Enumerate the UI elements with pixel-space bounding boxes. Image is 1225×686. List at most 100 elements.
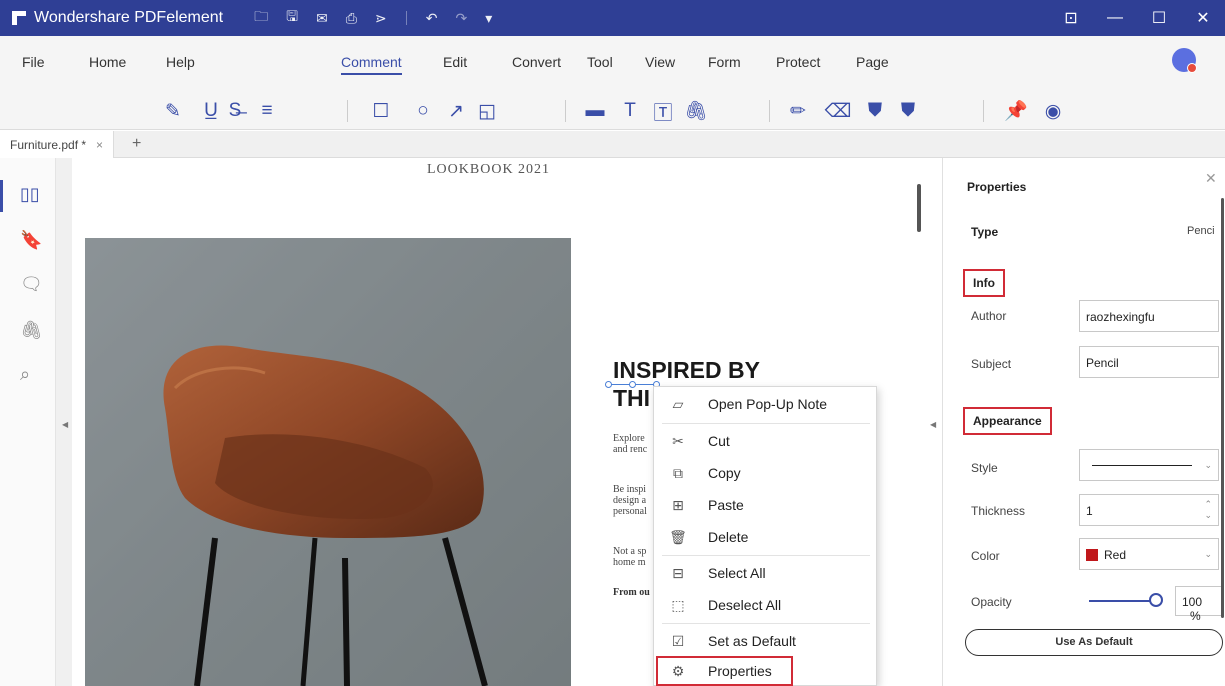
oval-icon[interactable]: ○ [410, 98, 436, 124]
document-tab[interactable]: Furniture.pdf * × [0, 131, 115, 158]
underline-icon[interactable]: U̲ [198, 98, 224, 124]
share-icon[interactable]: ⋗ [375, 10, 387, 27]
typewriter-icon[interactable]: T [617, 98, 643, 124]
folder-icon[interactable]: 🗀 [254, 6, 268, 30]
close-icon[interactable]: ✕ [1205, 170, 1217, 187]
heading-line-2: THI [613, 385, 651, 411]
menu-convert[interactable]: Convert [512, 54, 561, 70]
menu-bar: File Home Help Comment Edit Convert Tool… [0, 36, 1225, 90]
properties-panel: Properties ✕ Type Penci Info Author raoz… [942, 158, 1225, 686]
menu-file[interactable]: File [22, 54, 45, 70]
popup-note-icon: ▱ [672, 395, 684, 412]
document-scrollbar[interactable] [917, 184, 921, 232]
menu-select-all[interactable]: ⊟ Select All [654, 558, 878, 588]
menu-protect[interactable]: Protect [776, 54, 820, 70]
para-4: From ou [613, 587, 650, 598]
separator [405, 11, 407, 25]
attachment-icon[interactable]: 🖇 [683, 98, 709, 124]
use-as-default-button[interactable]: Use As Default [965, 629, 1223, 656]
search-icon[interactable]: ⌕ [20, 364, 30, 385]
opacity-slider-track[interactable] [1089, 600, 1153, 602]
eye-icon[interactable]: ◉ [1040, 98, 1066, 124]
menu-cut[interactable]: ✂ Cut [654, 426, 878, 456]
collapse-right-icon[interactable]: ◀ [930, 420, 936, 429]
menu-separator [662, 423, 870, 424]
print-icon[interactable]: ⎙ [346, 10, 357, 27]
menu-properties[interactable]: ⚙ Properties [656, 656, 793, 686]
menu-paste[interactable]: ⊞ Paste [654, 490, 878, 520]
replace-text-icon[interactable]: ≡ [254, 98, 280, 124]
appearance-section-header: Appearance [963, 407, 1052, 435]
opacity-value: 100 [1182, 595, 1203, 609]
menu-view[interactable]: View [645, 54, 675, 70]
collapse-left-icon[interactable]: ◀ [62, 420, 68, 429]
avatar[interactable] [1172, 48, 1197, 73]
strikethrough-icon[interactable]: S̶ [222, 98, 248, 124]
menu-tool[interactable]: Tool [587, 54, 613, 70]
style-dropdown[interactable]: ⌄ [1079, 449, 1219, 481]
chevron-down-icon: ⌄ [1204, 549, 1212, 559]
left-sidebar: ▯▯ 🔖 🗨 🖇 ⌕ [0, 158, 56, 686]
shape-icon[interactable]: ◱ [474, 98, 500, 124]
customize-icon[interactable]: ▾ [485, 10, 492, 27]
menu-delete[interactable]: 🗑 Delete [654, 522, 878, 552]
author-label: Author [971, 309, 1007, 323]
menu-edit[interactable]: Edit [443, 54, 467, 70]
close-button[interactable]: ✕ [1181, 8, 1225, 28]
subject-field[interactable]: Pencil [1079, 346, 1219, 378]
chevron-down-icon: ⌄ [1204, 460, 1212, 470]
style-label: Style [971, 461, 998, 475]
stamp-icon[interactable]: ⛊ [862, 98, 888, 124]
menu-item-label: Copy [708, 465, 741, 481]
bookmark-icon[interactable]: 🔖 [20, 230, 42, 251]
type-label: Type [971, 225, 999, 239]
tab-close-icon[interactable]: × [96, 138, 103, 152]
toolbar-separator [565, 100, 566, 122]
context-menu: ▱ Open Pop-Up Note ✂ Cut ⧉ Copy ⊞ Paste … [653, 386, 877, 686]
maximize-button[interactable]: ☐ [1137, 8, 1181, 28]
color-dropdown[interactable]: Red ⌄ [1079, 538, 1219, 570]
pencil-icon[interactable]: ✏ [785, 98, 811, 124]
stepper-arrows-icon[interactable]: ⌃ ⌄ [1204, 499, 1212, 521]
thickness-stepper[interactable]: 1 ⌃ ⌄ [1079, 494, 1219, 526]
note-icon[interactable]: ▬ [582, 98, 608, 124]
menu-deselect-all[interactable]: ⬚ Deselect All [654, 590, 878, 620]
menu-item-label: Select All [708, 565, 766, 581]
menu-open-popup-note[interactable]: ▱ Open Pop-Up Note [654, 389, 878, 419]
menu-help[interactable]: Help [166, 54, 195, 70]
arrow-icon[interactable]: ↗ [443, 98, 469, 124]
eraser-icon[interactable]: ⌫ [825, 98, 852, 124]
comments-icon[interactable]: 🗨 [20, 274, 43, 295]
pin-icon[interactable]: 📌 [1003, 98, 1029, 124]
signature-icon[interactable]: ⛊ [895, 98, 921, 124]
author-field[interactable]: raozhexingfu [1079, 300, 1219, 332]
attachment-panel-icon[interactable]: 🖇 [20, 320, 43, 341]
undo-icon[interactable]: ↶ [426, 10, 438, 27]
save-icon[interactable]: 🖫 [286, 6, 298, 30]
minimize-button[interactable]: — [1093, 9, 1137, 27]
feedback-icon[interactable]: ⊡ [1049, 8, 1093, 28]
toolbar-separator [769, 100, 770, 122]
thumbnails-icon[interactable]: ▯▯ [20, 184, 40, 205]
menu-copy[interactable]: ⧉ Copy [654, 458, 878, 488]
highlight-icon[interactable]: ✎ [160, 98, 186, 124]
opacity-slider-thumb[interactable] [1149, 593, 1163, 607]
checkbox-icon: ☑ [671, 632, 685, 649]
menu-page[interactable]: Page [856, 54, 889, 70]
app-title: Wondershare PDFelement [34, 9, 224, 26]
textbox-icon[interactable]: 🅃 [650, 98, 676, 124]
menu-set-as-default[interactable]: ☑ Set as Default [654, 626, 878, 656]
mail-icon[interactable]: ✉ [316, 10, 328, 27]
menu-home[interactable]: Home [89, 54, 126, 70]
type-value: Penci [1187, 225, 1215, 237]
copy-icon: ⧉ [673, 464, 683, 481]
rectangle-icon[interactable]: ☐ [368, 98, 394, 124]
active-indicator [0, 180, 3, 212]
redo-icon[interactable]: ↷ [455, 10, 467, 27]
add-tab-icon[interactable]: + [132, 135, 141, 153]
opacity-input[interactable]: 100 % [1175, 586, 1223, 623]
menu-form[interactable]: Form [708, 54, 741, 70]
menu-comment[interactable]: Comment [341, 54, 402, 75]
title-bar: Wondershare PDFelement 🗀 🖫 ✉ ⎙ ⋗ ↶ ↷ ▾ ⊡… [0, 0, 1225, 36]
panel-scrollbar[interactable] [1221, 198, 1224, 618]
